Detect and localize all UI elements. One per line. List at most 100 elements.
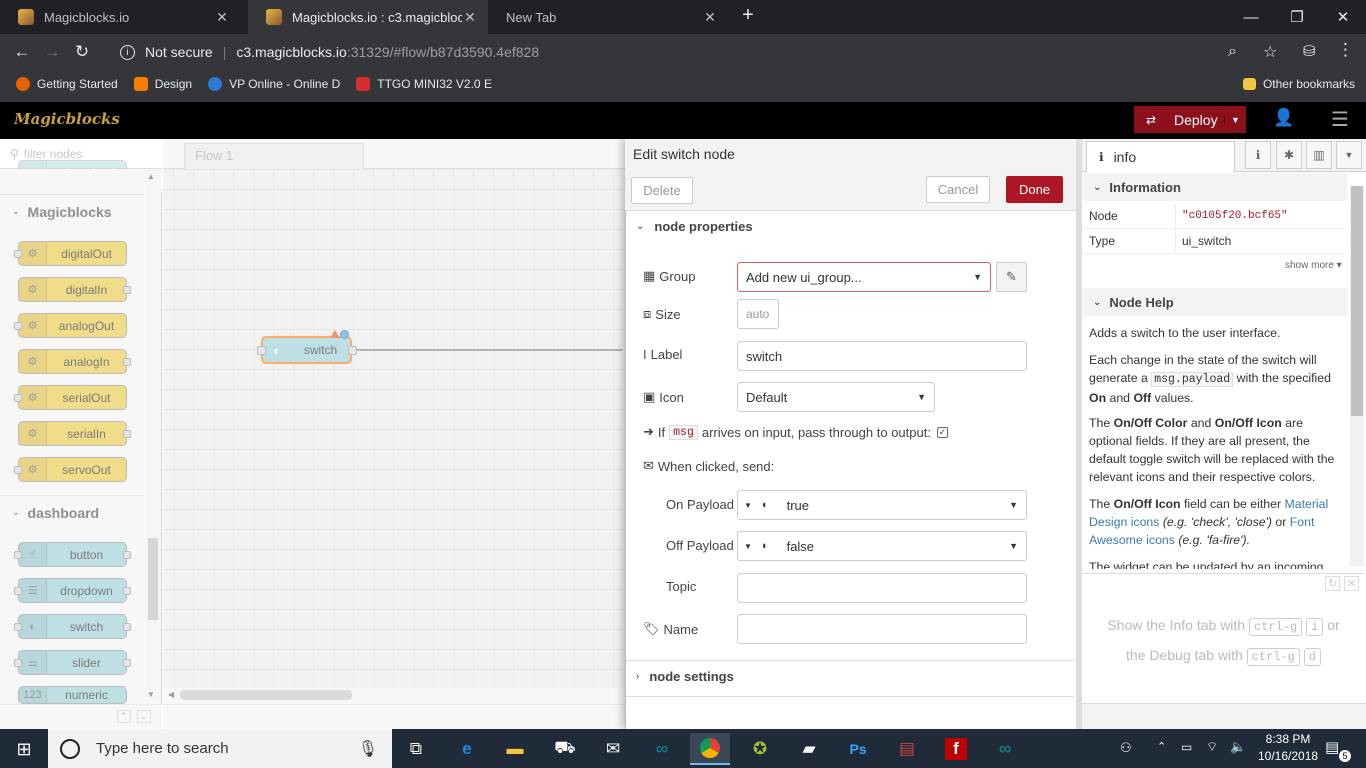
off-payload-label: Off Payload (666, 538, 734, 553)
wifi-icon[interactable]: ⌔ (1206, 739, 1218, 755)
sticky-notes-icon[interactable]: ▰ (789, 733, 829, 765)
microphone-icon[interactable]: 🎙 (358, 739, 378, 759)
refresh-tip-icon[interactable]: ↻ (1325, 576, 1341, 591)
bookmark-getting-started[interactable]: Getting Started (16, 77, 118, 91)
on-payload-typed-input[interactable]: ▼ ◐ true ▼ (737, 490, 1027, 520)
passthrough-checkbox[interactable]: ✓ (936, 426, 948, 438)
chevron-down-icon[interactable]: ▼ (1009, 500, 1018, 510)
folder-icon (1242, 78, 1256, 90)
chevron-down-icon[interactable]: ▼ (1009, 541, 1018, 551)
chart-icon[interactable]: ▥ (1306, 141, 1332, 169)
section-node-properties[interactable]: ⌄ node properties (626, 210, 1074, 242)
tab-title: Magicblocks.io : c3.magicblocks.i (292, 9, 462, 25)
cancel-button[interactable]: Cancel (926, 176, 990, 203)
edit-group-button[interactable]: ✎ (996, 262, 1027, 292)
taskbar-search-box[interactable]: Type here to search 🎙 (48, 729, 392, 768)
windows-start-icon[interactable]: ⊞ (4, 733, 44, 765)
tip-line: Show the Info tab with ctrl-g i or (1107, 617, 1340, 636)
forward-icon[interactable]: → (37, 37, 67, 67)
browser-tab-active[interactable]: Magicblocks.io : c3.magicblocks.i ✕ (248, 0, 488, 34)
store-icon[interactable]: ⛟ (545, 733, 585, 765)
close-tab-icon[interactable]: ✕ (462, 9, 478, 26)
minimize-button[interactable]: — (1228, 0, 1274, 34)
notifications-icon[interactable]: ▤ (1325, 738, 1339, 756)
extension-icon[interactable]: ⛁ (1303, 42, 1316, 60)
help-paragraph: Adds a switch to the user interface. (1089, 326, 1281, 340)
new-tab-button[interactable]: + (736, 4, 760, 30)
vp-online-icon (208, 77, 223, 91)
back-icon[interactable]: ← (7, 37, 37, 67)
done-button[interactable]: Done (1006, 176, 1063, 203)
chevron-down-icon[interactable]: ▼ (1224, 114, 1246, 125)
browser-tab[interactable]: Magicblocks.io ✕ (0, 0, 240, 34)
star-icon[interactable]: ☆ (1263, 42, 1277, 62)
system-clock[interactable]: 8:38 PM 10/16/2018 (1258, 731, 1318, 765)
close-tab-icon[interactable]: ✕ (214, 9, 230, 26)
edge-icon[interactable]: e (447, 733, 487, 765)
close-window-button[interactable]: ✕ (1320, 0, 1366, 34)
sidebar-scrollbar[interactable] (1350, 186, 1364, 566)
other-bookmarks[interactable]: Other bookmarks (1242, 77, 1355, 91)
section-node-settings[interactable]: › node settings (626, 660, 1074, 692)
task-view-icon[interactable]: ⧉ (396, 733, 436, 765)
filezilla-icon[interactable]: f (936, 733, 976, 765)
bookmark-design[interactable]: Design (133, 77, 192, 91)
photoshop-icon[interactable]: Ps (838, 733, 878, 765)
topic-input[interactable] (737, 573, 1027, 603)
node-help-header[interactable]: ⌄ Node Help (1083, 288, 1347, 316)
chevron-up-icon[interactable]: ⌃ (1157, 740, 1166, 753)
type-caret-icon[interactable]: ▼ (744, 542, 752, 551)
user-icon[interactable]: 👤 (1270, 108, 1298, 132)
show-more-link[interactable]: show more ▾ (1285, 260, 1342, 271)
tip-line: the Debug tab with ctrl-g d (1083, 641, 1364, 671)
bookmark-vp-online[interactable]: VP Online - Online D (208, 77, 340, 91)
info-icon: ℹ (1099, 150, 1104, 164)
image-icon: ▣ (643, 389, 656, 404)
group-label: ▦ Group (643, 268, 696, 284)
url-path: :31329/#flow/b87d3590.4ef828 (346, 44, 540, 60)
scroll-thumb[interactable] (1351, 186, 1363, 416)
boolean-type-icon: ◐ (761, 499, 769, 511)
chrome-icon[interactable] (690, 733, 730, 765)
info-tab-icon[interactable]: ℹ (1245, 141, 1271, 169)
omnibox[interactable]: i Not secure | c3.magicblocks.io :31329/… (108, 38, 1288, 66)
chevron-down-icon[interactable]: ▼ (1336, 141, 1362, 169)
help-paragraph: The On/Off Color and On/Off Icon are opt… (1089, 416, 1335, 484)
arduino-icon[interactable]: ∞ (985, 733, 1025, 765)
icon-select[interactable]: Default ▼ (737, 382, 935, 412)
volume-icon[interactable]: 🔈 (1230, 739, 1246, 755)
chevron-down-icon: ⌄ (1093, 296, 1102, 308)
bookmark-ttgo[interactable]: TTGO MINI32 V2.0 E (356, 77, 492, 91)
hamburger-menu-icon[interactable]: ☰ (1326, 107, 1354, 131)
name-input[interactable] (737, 614, 1027, 644)
tab-info[interactable]: ℹ info (1086, 141, 1235, 172)
arduino-icon[interactable]: ∞ (642, 733, 682, 765)
file-explorer-icon[interactable]: ▬ (495, 733, 535, 765)
restore-button[interactable]: ❐ (1274, 0, 1320, 34)
close-tip-icon[interactable]: ✕ (1344, 576, 1360, 591)
label-input[interactable]: switch (737, 341, 1027, 371)
type-caret-icon[interactable]: ▼ (744, 501, 752, 510)
people-icon[interactable]: ⚇ (1120, 740, 1132, 756)
browser-tab[interactable]: New Tab ✕ (488, 0, 728, 34)
mail-icon[interactable]: ✉ (593, 733, 633, 765)
debug-bug-icon[interactable]: ✱ (1276, 141, 1302, 169)
group-select[interactable]: Add new ui_group... ▼ (737, 262, 991, 292)
android-studio-icon[interactable]: ✪ (740, 733, 780, 765)
deploy-button[interactable]: ⇄ Deploy ▼ (1134, 106, 1246, 133)
battery-icon[interactable]: ▭ (1181, 740, 1192, 754)
tray-title: Edit switch node (633, 146, 735, 162)
blogger-icon (133, 77, 148, 91)
name-label: 🏷 Name (643, 621, 699, 637)
close-tab-icon[interactable]: ✕ (702, 9, 718, 26)
information-header[interactable]: ⌄ Information (1083, 173, 1347, 201)
delete-button[interactable]: Delete (631, 177, 693, 204)
winrar-icon[interactable]: ▤ (887, 733, 927, 765)
off-payload-typed-input[interactable]: ▼ ◐ false ▼ (737, 531, 1027, 561)
info-icon[interactable]: i (120, 44, 135, 60)
zoom-icon[interactable]: ⌕ (1228, 43, 1237, 61)
menu-icon[interactable]: ⋮ (1337, 40, 1354, 60)
tab-title: New Tab (506, 9, 557, 25)
reload-icon[interactable]: ↻ (67, 37, 97, 67)
size-button[interactable]: auto (737, 299, 779, 329)
